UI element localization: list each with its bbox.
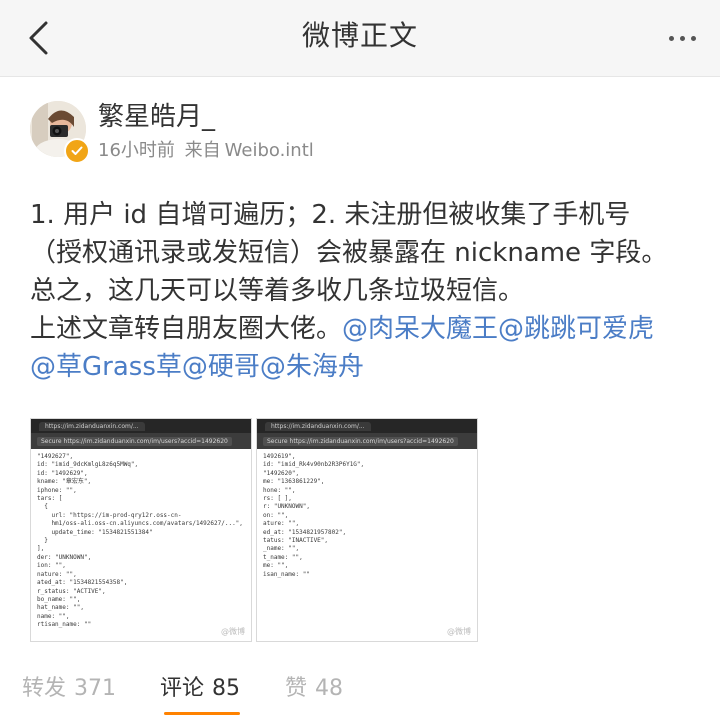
comment-count: 85 [212, 676, 241, 701]
code-line: id: "1492629", [37, 469, 88, 477]
browser-tab-bar: https://im.zidanduanxin.com/... [257, 419, 477, 433]
code-line: "1492620", [263, 469, 300, 477]
code-line: r_status: "ACTIVE", [37, 587, 106, 595]
browser-url: Secure https://im.zidanduanxin.com/im/us… [37, 436, 232, 446]
post-text-line: 总之，这几天可以等着多收几条垃圾短信。 [30, 276, 525, 306]
weibo-post-page: 微博正文 繁星皓月_ 16小时前 来自 Weibo.intl 1. 用户 id … [0, 0, 720, 720]
code-line: me: "", [263, 562, 289, 570]
code-line: ated_at: "1534821554358", [37, 579, 128, 587]
repost-label: 转发 [22, 676, 67, 701]
repost-tab[interactable]: 转发 371 [22, 674, 116, 704]
image-watermark: @微博 [447, 627, 471, 636]
post-text-line: 1. 用户 id 自增可遍历；2. 未注册但被收集了手机号 [30, 200, 631, 230]
browser-tab: https://im.zidanduanxin.com/... [39, 421, 145, 431]
mention-link[interactable]: @跳跳可爱虎 [498, 314, 654, 344]
post-text-line: @草Grass草@硬哥@朱海舟 [30, 348, 702, 386]
like-label: 赞 [285, 676, 308, 701]
like-count: 48 [315, 676, 344, 701]
more-options-button[interactable] [660, 18, 704, 58]
code-line: isan_name: "" [263, 570, 310, 578]
code-line: hat_name: "", [37, 604, 84, 612]
code-line: rtisan_name: "" [37, 621, 92, 629]
code-line: iphone: "", [37, 486, 77, 494]
browser-url: Secure https://im.zidanduanxin.com/im/us… [263, 436, 458, 446]
browser-url-bar: Secure https://im.zidanduanxin.com/im/us… [31, 433, 251, 449]
code-line: t_name: "", [263, 553, 303, 561]
code-line: ], [37, 545, 45, 553]
code-line: _name: "", [263, 545, 300, 553]
comment-label: 评论 [160, 676, 205, 701]
code-line: 1492619", [263, 453, 296, 460]
post-time: 16小时前 [98, 140, 175, 161]
source-prefix: 来自 [184, 140, 221, 161]
browser-tab: https://im.zidanduanxin.com/... [265, 421, 371, 431]
code-line: hone: "", [263, 486, 296, 494]
more-dot [690, 35, 696, 41]
code-line: tars: [ [37, 495, 63, 503]
post-action-bar: 转发 371 评论 85 赞 48 [0, 660, 720, 720]
post-image-2[interactable]: https://im.zidanduanxin.com/... Secure h… [256, 418, 478, 642]
author-name[interactable]: 繁星皓月_ [98, 100, 215, 134]
active-tab-indicator [164, 712, 240, 715]
code-line: der: "UNKNOWN", [37, 553, 92, 561]
code-line: ature: "", [263, 520, 300, 528]
code-line: ed_at: "1534821957802", [263, 528, 347, 536]
code-line: nature: "", [37, 570, 77, 578]
verified-badge [64, 138, 90, 164]
image-watermark: @微博 [221, 627, 245, 636]
mention-link[interactable]: @草Grass草 [30, 352, 182, 382]
post-images: https://im.zidanduanxin.com/... Secure h… [30, 418, 690, 642]
code-line: url: "https://im-prod-qry12r.oss-cn- [37, 511, 182, 519]
code-line: hm1/oss-ali.oss-cn.aliyuncs.com/avatars/… [37, 520, 243, 528]
page-title: 微博正文 [301, 19, 418, 52]
code-line: kname: "章宏东", [37, 478, 92, 486]
post-source: Weibo.intl [224, 140, 314, 161]
code-line: ion: "", [37, 562, 66, 570]
code-line: bo_name: "", [37, 595, 81, 603]
more-dot [679, 35, 685, 41]
code-line: "1492627", [37, 453, 74, 460]
code-line: } [37, 537, 48, 545]
code-line: id: "imid_9dcKmlgL8z6q5MWq", [37, 461, 139, 469]
json-code-block: 1492619", id: "imid_Rk4v90nb2R3P6Y1G", "14… [257, 449, 477, 583]
json-code-block: "1492627", id: "imid_9dcKmlgL8z6q5MWq", id… [31, 449, 251, 634]
code-line: r: "UNKNOWN", [263, 503, 310, 511]
browser-url-bar: Secure https://im.zidanduanxin.com/im/us… [257, 433, 477, 449]
post-image-1[interactable]: https://im.zidanduanxin.com/... Secure h… [30, 418, 252, 642]
code-line: rs: [ ], [263, 495, 292, 503]
code-line: me: "1363861229", [263, 478, 325, 486]
code-line: update_time: "1534821551384" [37, 528, 153, 536]
code-line: name: "", [37, 612, 70, 620]
verified-check-icon [71, 146, 83, 155]
post-text-line: （授权通讯录或发短信）会被暴露在 nickname 字段。 [30, 238, 668, 268]
code-line: on: "", [263, 511, 289, 519]
mention-link[interactable]: @硬哥 [182, 352, 260, 382]
mention-link[interactable]: @肉呆大魔王 [342, 314, 498, 344]
more-dots-icon [668, 35, 674, 41]
post-content: 1. 用户 id 自增可遍历；2. 未注册但被收集了手机号 （授权通讯录或发短信… [30, 196, 702, 386]
browser-tab-bar: https://im.zidanduanxin.com/... [31, 419, 251, 433]
like-tab[interactable]: 赞 48 [285, 674, 343, 704]
comment-tab[interactable]: 评论 85 [160, 674, 240, 704]
repost-count: 371 [74, 676, 117, 701]
code-line: { [37, 503, 48, 511]
post-text-segment: 上述文章转自朋友圈大佬。 [30, 314, 343, 344]
code-line: id: "imid_Rk4v90nb2R3P6Y1G", [263, 461, 365, 469]
code-line: tatus: "INACTIVE", [263, 537, 329, 545]
post-text-line: 上述文章转自朋友圈大佬。@肉呆大魔王@跳跳可爱虎 [30, 310, 702, 348]
top-nav-bar: 微博正文 [0, 0, 720, 77]
mention-link[interactable]: @朱海舟 [260, 352, 364, 382]
post-meta: 16小时前 来自 Weibo.intl [98, 138, 318, 164]
